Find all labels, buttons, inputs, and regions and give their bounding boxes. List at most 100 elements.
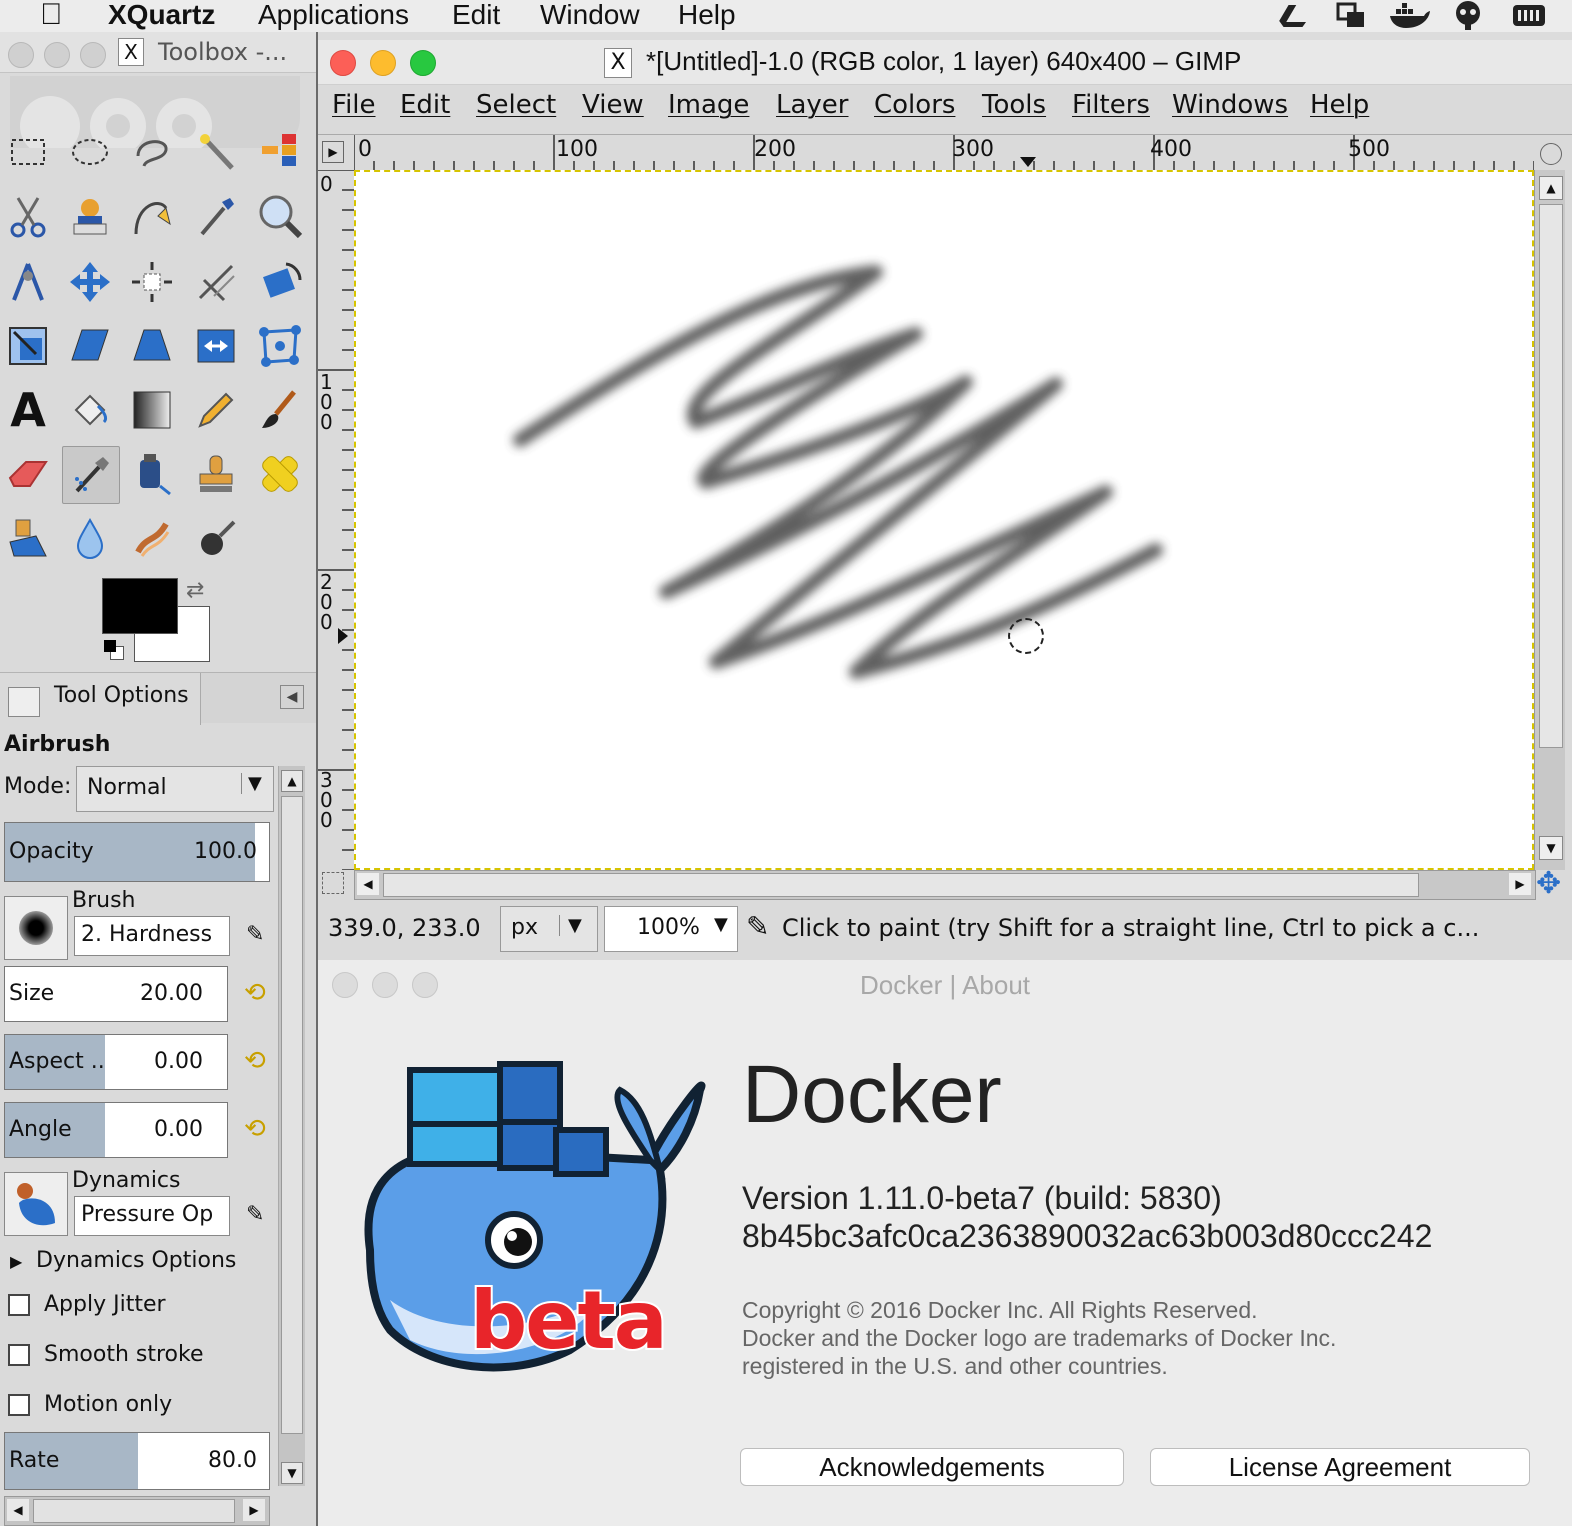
scrollbar-thumb[interactable] <box>281 796 303 1434</box>
zoom-button[interactable] <box>410 50 436 76</box>
quick-mask-menu-icon[interactable]: ▶ <box>322 141 344 163</box>
menu-tools[interactable]: Tools <box>982 90 1046 120</box>
menu-help[interactable]: Help <box>1310 90 1369 120</box>
image-canvas[interactable] <box>354 170 1534 870</box>
menu-window[interactable]: Window <box>540 0 640 30</box>
foreground-color-swatch[interactable] <box>102 578 178 634</box>
tab-tool-options[interactable]: Tool Options <box>0 673 201 725</box>
edit-dynamics-icon[interactable]: ✎ <box>246 1202 264 1227</box>
dodge-burn-icon[interactable] <box>188 510 244 566</box>
menu-applications[interactable]: Applications <box>258 0 409 30</box>
menu-file[interactable]: File <box>332 90 376 120</box>
blur-sharpen-icon[interactable] <box>62 510 118 566</box>
rect-select-icon[interactable] <box>0 124 56 180</box>
menu-view[interactable]: View <box>582 90 644 120</box>
navigate-icon[interactable] <box>322 872 344 894</box>
tab-menu-icon[interactable]: ◀ <box>280 685 304 709</box>
brush-name-field[interactable]: 2. Hardness <box>74 916 230 956</box>
flip-icon[interactable] <box>188 318 244 374</box>
paths-icon[interactable] <box>124 188 180 244</box>
eraser-icon[interactable] <box>0 446 56 502</box>
options-scrollbar[interactable]: ▲ ▼ <box>278 766 305 1486</box>
edit-brush-icon[interactable]: ✎ <box>246 922 264 947</box>
screens-icon[interactable] <box>1336 2 1366 30</box>
expander-arrow-icon[interactable]: ▶ <box>10 1252 22 1271</box>
menu-app-name[interactable]: XQuartz <box>108 0 215 30</box>
docker-whale-icon[interactable] <box>1388 2 1432 30</box>
airbrush-tool-icon[interactable] <box>62 446 120 504</box>
menu-image[interactable]: Image <box>668 90 749 120</box>
menu-colors[interactable]: Colors <box>874 90 955 120</box>
scale-icon[interactable] <box>0 318 56 374</box>
rotate-icon[interactable] <box>252 254 308 310</box>
options-hscrollbar[interactable]: ◀ ▶ <box>4 1496 270 1526</box>
google-drive-icon[interactable] <box>1278 2 1308 28</box>
license-agreement-button[interactable]: License Agreement <box>1150 1448 1530 1486</box>
bucket-fill-icon[interactable] <box>62 382 118 438</box>
text-tool-icon[interactable]: A <box>0 382 56 438</box>
close-button[interactable] <box>330 50 356 76</box>
vertical-ruler[interactable]: 0 1 0 0 2 0 0 3 0 0 <box>318 170 354 870</box>
perspective-icon[interactable] <box>124 318 180 374</box>
scroll-right-icon[interactable]: ▶ <box>243 1499 265 1521</box>
shear-icon[interactable] <box>62 318 118 374</box>
canvas-vscrollbar[interactable]: ▲ ▼ <box>1534 170 1565 870</box>
brush-preview[interactable] <box>4 896 68 960</box>
menu-edit[interactable]: Edit <box>452 0 500 30</box>
free-select-icon[interactable] <box>124 124 180 180</box>
dynamics-options-expander[interactable]: Dynamics Options <box>36 1248 236 1273</box>
scroll-left-icon[interactable]: ◀ <box>357 873 379 895</box>
hscroll-thumb[interactable] <box>383 873 1419 897</box>
minimize-button[interactable] <box>370 50 396 76</box>
swap-colors-icon[interactable]: ⇄ <box>186 578 204 603</box>
paintbrush-icon[interactable] <box>252 382 308 438</box>
measure-icon[interactable] <box>0 254 56 310</box>
menu-windows[interactable]: Windows <box>1172 90 1288 120</box>
apple-icon[interactable]:  <box>40 0 63 30</box>
chevron-down-icon[interactable]: ▼ <box>714 914 728 935</box>
color-picker-icon[interactable] <box>188 188 244 244</box>
horizontal-ruler[interactable]: ▶ 0 100 200 300 400 500 <box>318 134 1572 171</box>
blend-icon[interactable] <box>124 382 180 438</box>
scroll-up-icon[interactable]: ▲ <box>281 770 303 792</box>
ellipse-select-icon[interactable] <box>62 124 118 180</box>
heal-icon[interactable] <box>252 446 308 502</box>
foreground-select-icon[interactable] <box>62 188 118 244</box>
apply-jitter-checkbox[interactable] <box>8 1294 30 1316</box>
aspect-spinner[interactable]: Aspect .. 0.00 <box>4 1034 228 1090</box>
menu-help[interactable]: Help <box>678 0 736 30</box>
default-colors-icon[interactable] <box>104 640 124 660</box>
hscroll-thumb[interactable] <box>33 1499 235 1523</box>
menu-select[interactable]: Select <box>476 90 556 120</box>
dynamics-preview[interactable] <box>4 1172 68 1236</box>
reset-angle-icon[interactable]: ⟲ <box>244 1114 266 1144</box>
menu-filters[interactable]: Filters <box>1072 90 1150 120</box>
scissors-select-icon[interactable] <box>0 188 56 244</box>
scroll-up-icon[interactable]: ▲ <box>1539 176 1563 200</box>
mode-select[interactable]: Normal ▼ <box>76 766 274 812</box>
opacity-slider[interactable]: Opacity 100.0 <box>4 822 270 882</box>
angle-spinner[interactable]: Angle 0.00 <box>4 1102 228 1158</box>
cage-transform-icon[interactable] <box>252 318 308 374</box>
dynamics-field[interactable]: Pressure Op <box>74 1196 230 1236</box>
close-button[interactable] <box>8 42 34 68</box>
scroll-down-icon[interactable]: ▼ <box>281 1462 303 1484</box>
clone-icon[interactable] <box>188 446 244 502</box>
align-icon[interactable] <box>124 254 180 310</box>
crop-icon[interactable] <box>188 254 244 310</box>
vscroll-thumb[interactable] <box>1539 204 1563 748</box>
ink-icon[interactable] <box>124 446 180 502</box>
perspective-clone-icon[interactable] <box>0 510 56 566</box>
move-tool-icon[interactable] <box>62 254 118 310</box>
minimize-button[interactable] <box>44 42 70 68</box>
menu-layer[interactable]: Layer <box>776 90 849 120</box>
zoom-fit-icon[interactable] <box>1540 143 1562 165</box>
unit-select[interactable]: px ▼ <box>500 906 598 952</box>
rate-slider[interactable]: Rate 80.0 <box>4 1432 270 1490</box>
scroll-right-icon[interactable]: ▶ <box>1509 873 1531 895</box>
motion-only-checkbox[interactable] <box>8 1394 30 1416</box>
reset-aspect-icon[interactable]: ⟲ <box>244 1046 266 1076</box>
reset-size-icon[interactable]: ⟲ <box>244 978 266 1008</box>
acknowledgements-button[interactable]: Acknowledgements <box>740 1448 1124 1486</box>
alien-icon[interactable] <box>1452 0 1484 30</box>
